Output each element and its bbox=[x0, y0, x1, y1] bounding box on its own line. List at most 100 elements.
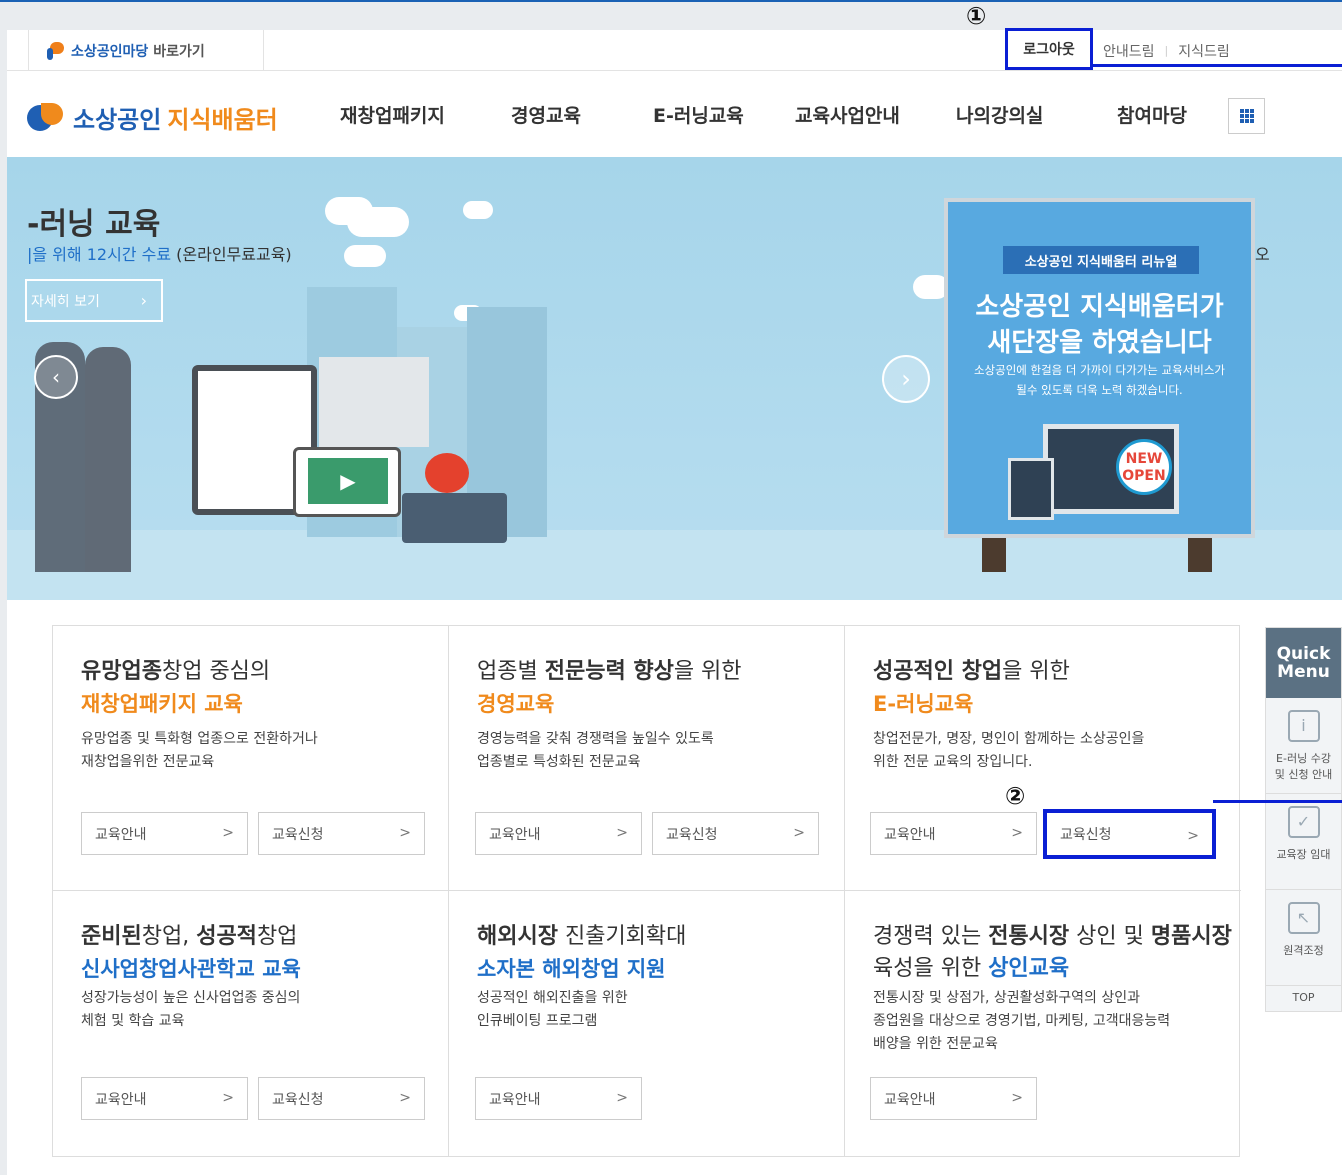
card-description: 유망업종 및 특화형 업종으로 전환하거나 재창업을위한 전문교육 bbox=[81, 731, 318, 770]
card-description: 전통시장 및 상점가, 상권활성화구역의 상인과 종업원을 대상으로 경영기법, … bbox=[873, 990, 1171, 1052]
next-slide-button[interactable]: › bbox=[882, 355, 930, 403]
site-logo[interactable]: 소상공인 지식배움터 bbox=[27, 100, 278, 135]
card4-guide-button[interactable]: 교육안내 > bbox=[81, 1077, 248, 1120]
grid-icon bbox=[1239, 109, 1254, 123]
chevron-right-icon: > bbox=[1011, 825, 1023, 841]
chevron-right-icon: > bbox=[222, 1090, 234, 1106]
card-description: 성공적인 해외진출을 위한 인큐베이팅 프로그램 bbox=[477, 990, 628, 1029]
chevron-right-icon: > bbox=[1011, 1090, 1023, 1106]
chevron-right-icon: > bbox=[222, 825, 234, 841]
board-leg bbox=[982, 538, 1006, 572]
card-description: 성장가능성이 높은 신사업업종 중심의 체험 및 학습 교육 bbox=[81, 990, 301, 1029]
quick-remote-control[interactable]: ↖ 원격조정 bbox=[1266, 890, 1341, 986]
chevron-right-icon: > bbox=[793, 825, 805, 841]
board-ribbon: 소상공인 지식배움터 리뉴얼 bbox=[1003, 246, 1199, 274]
monitor-info-icon: i bbox=[1287, 710, 1320, 742]
logo-text-1: 소상공인 bbox=[73, 106, 162, 134]
cloud-illustration bbox=[344, 245, 386, 267]
card-title: 신사업창업사관학교 교육 bbox=[81, 957, 301, 981]
card-heading: 해외시장 진출기회확대 bbox=[477, 924, 687, 949]
card6-guide-button[interactable]: 교육안내 > bbox=[870, 1077, 1037, 1120]
annotation-line-1 bbox=[1090, 64, 1342, 67]
card2-guide-button[interactable]: 교육안내 > bbox=[475, 812, 642, 855]
card-title: 재창업패키지 교육 bbox=[81, 692, 243, 716]
play-icon: ▶ bbox=[308, 458, 388, 504]
board-headline-1: 소상공인 지식배움터가 bbox=[975, 292, 1224, 322]
board-text-2: 될수 있도록 더욱 노력 하겠습니다. bbox=[1016, 383, 1183, 397]
quick-top-button[interactable]: TOP bbox=[1266, 986, 1341, 1010]
new-open-badge: NEW OPEN bbox=[1116, 439, 1172, 495]
guide-link[interactable]: 안내드림 bbox=[1093, 41, 1165, 61]
card-description: 경영능력을 갖춰 경쟁력을 높일수 있도록 업종별로 특성화된 전문교육 bbox=[477, 731, 714, 770]
card1-guide-button[interactable]: 교육안내 > bbox=[81, 812, 248, 855]
board-headline-2: 새단장을 하였습니다 bbox=[987, 328, 1212, 358]
card-title: 경영교육 bbox=[477, 692, 555, 716]
quick-elearning-guide[interactable]: i E-러닝 수강 및 신청 안내 bbox=[1266, 698, 1341, 794]
top-accent-line bbox=[0, 0, 1342, 2]
remote-icon: ↖ bbox=[1287, 902, 1320, 934]
card-heading: 준비된창업, 성공적창업 bbox=[81, 924, 298, 949]
banner-subtitle: |을 위해 12시간 수료 (온라인무료교육) bbox=[27, 245, 292, 264]
prev-slide-button[interactable]: ‹ bbox=[34, 355, 78, 399]
card-heading: 유망업종창업 중심의 bbox=[81, 659, 271, 684]
card4-apply-button[interactable]: 교육신청 > bbox=[258, 1077, 425, 1120]
quick-menu: Quick Menu i E-러닝 수강 및 신청 안내 ✓ 교육장 임대 ↖ 원격… bbox=[1265, 627, 1342, 1012]
chevron-right-icon: > bbox=[616, 1090, 628, 1106]
notice-board[interactable]: 소상공인 지식배움터 리뉴얼 소상공인 지식배움터가 새단장을 하였습니다 소상… bbox=[944, 198, 1255, 538]
all-menu-button[interactable] bbox=[1228, 98, 1265, 134]
nav-my-classroom[interactable]: 나의강의실 bbox=[956, 101, 1043, 128]
annotation-marker-2: ② bbox=[1005, 782, 1026, 810]
board-text-1: 소상공인에 한걸음 더 가까이 다가가는 교육서비스가 bbox=[973, 363, 1226, 377]
card3-guide-button[interactable]: 교육안내 > bbox=[870, 812, 1037, 855]
market-shortcut-link[interactable]: 소상공인마당 바로가기 bbox=[28, 30, 264, 71]
nav-restart-package[interactable]: 재창업패키지 bbox=[340, 101, 445, 128]
nav-elearning-edu[interactable]: E-러닝교육 bbox=[653, 101, 744, 128]
card5-guide-button[interactable]: 교육안내 > bbox=[475, 1077, 642, 1120]
video-player-illustration: ▶ bbox=[293, 447, 401, 517]
banner-more-button[interactable]: 자세히 보기 › bbox=[25, 279, 163, 322]
card-title: 소자본 해외창업 지원 bbox=[477, 957, 666, 981]
house-illustration bbox=[319, 357, 429, 447]
banner-ground bbox=[7, 530, 1342, 600]
checkbox-icon: ✓ bbox=[1287, 806, 1320, 838]
board-leg bbox=[1188, 538, 1212, 572]
cloud-illustration bbox=[463, 201, 493, 219]
main-header: 소상공인 지식배움터 재창업패키지 경영교육 E-러닝교육 교육사업안내 나의강… bbox=[7, 71, 1342, 157]
person-woman-illustration bbox=[85, 347, 131, 572]
quick-menu-title: Quick Menu bbox=[1266, 628, 1341, 698]
banner-title: -러닝 교육 bbox=[27, 207, 161, 242]
card-title: E-러닝교육 bbox=[873, 692, 974, 716]
nav-participation[interactable]: 참여마당 bbox=[1117, 101, 1187, 128]
page: 소상공인마당 바로가기 로그아웃 안내드림 | 지식드림 소상공인 지식배움터 … bbox=[7, 28, 1342, 1175]
logout-link[interactable]: 로그아웃 bbox=[1005, 28, 1093, 70]
logo-text-2: 지식배움터 bbox=[167, 106, 278, 134]
education-cards: 유망업종창업 중심의 재창업패키지 교육 유망업종 및 특화형 업종으로 전환하… bbox=[52, 625, 1241, 1157]
cloud-illustration bbox=[347, 207, 409, 237]
chevron-right-icon: > bbox=[1187, 828, 1199, 844]
nav-edu-business[interactable]: 교육사업안내 bbox=[795, 101, 900, 128]
chevron-right-icon: › bbox=[901, 365, 911, 393]
next-slide-peek: 오 bbox=[1255, 245, 1270, 264]
chevron-right-icon: > bbox=[399, 825, 411, 841]
chevron-right-icon: > bbox=[399, 1090, 411, 1106]
card-heading-line2: 육성을 위한 상인교육 bbox=[873, 956, 1070, 981]
card2-apply-button[interactable]: 교육신청 > bbox=[652, 812, 819, 855]
nav-management-edu[interactable]: 경영교육 bbox=[511, 101, 581, 128]
market-brand: 소상공인마당 bbox=[71, 43, 149, 60]
books-illustration bbox=[402, 493, 507, 543]
card-description: 창업전문가, 명장, 명인이 함께하는 소상공인을 위한 전문 교육의 장입니다. bbox=[873, 731, 1145, 770]
market-link-label: 바로가기 bbox=[153, 43, 205, 60]
phone-illustration bbox=[1008, 458, 1054, 520]
card-heading: 성공적인 창업을 위한 bbox=[873, 659, 1070, 684]
main-banner: ▶ ‹ -러닝 교육 |을 위해 12시간 수료 (온라인무료교육) 자세히 보… bbox=[7, 157, 1342, 600]
knowledge-link[interactable]: 지식드림 bbox=[1168, 41, 1240, 61]
card1-apply-button[interactable]: 교육신청 > bbox=[258, 812, 425, 855]
card3-apply-button[interactable]: 교육신청 > bbox=[1043, 809, 1216, 859]
annotation-line-2 bbox=[1213, 800, 1342, 803]
apple-illustration bbox=[425, 453, 469, 493]
chevron-right-icon: > bbox=[616, 825, 628, 841]
quick-classroom-rental[interactable]: ✓ 교육장 임대 bbox=[1266, 794, 1341, 890]
card-heading: 업종별 전문능력 향상을 위한 bbox=[477, 659, 742, 684]
logo-icon bbox=[27, 102, 65, 133]
chevron-right-icon: › bbox=[140, 291, 147, 310]
